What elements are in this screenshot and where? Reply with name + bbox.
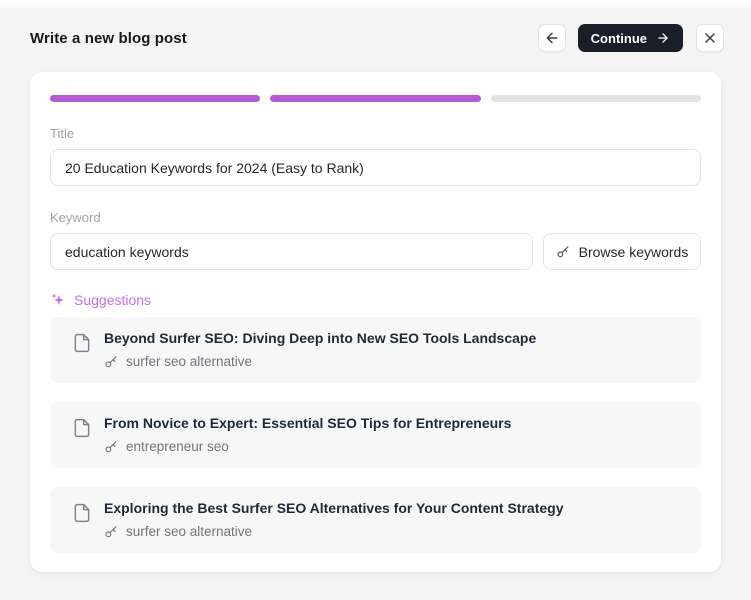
suggestion-keyword-row: surfer seo alternative	[104, 524, 564, 539]
progress-segment	[270, 95, 481, 102]
browse-keywords-button[interactable]: Browse keywords	[543, 233, 701, 270]
suggestion-card-body: Beyond Surfer SEO: Diving Deep into New …	[104, 330, 536, 369]
progress-segment	[50, 95, 261, 102]
file-icon	[72, 502, 92, 524]
suggestion-card[interactable]: From Novice to Expert: Essential SEO Tip…	[50, 402, 701, 468]
suggestion-title: Exploring the Best Surfer SEO Alternativ…	[104, 500, 564, 516]
suggestion-card[interactable]: Beyond Surfer SEO: Diving Deep into New …	[50, 317, 701, 383]
suggestion-keyword: surfer seo alternative	[126, 524, 253, 539]
suggestion-card-body: Exploring the Best Surfer SEO Alternativ…	[104, 500, 564, 539]
arrow-right-icon	[656, 31, 670, 45]
sparkles-icon	[50, 292, 66, 308]
browse-keywords-label: Browse keywords	[578, 243, 689, 260]
arrow-left-icon	[544, 30, 560, 46]
suggestion-keyword: surfer seo alternative	[126, 354, 253, 369]
suggestion-title: From Novice to Expert: Essential SEO Tip…	[104, 415, 512, 431]
title-input[interactable]	[50, 149, 701, 186]
continue-button-label: Continue	[590, 30, 647, 46]
suggestion-keyword-row: surfer seo alternative	[104, 354, 536, 369]
back-button[interactable]	[537, 24, 566, 52]
suggestion-card-body: From Novice to Expert: Essential SEO Tip…	[104, 415, 511, 454]
title-field-label: Title	[50, 126, 75, 141]
key-icon	[104, 525, 118, 539]
progress-segment	[490, 95, 701, 102]
key-icon	[104, 355, 118, 369]
keyword-field-label: Keyword	[50, 210, 101, 225]
close-icon	[702, 30, 718, 46]
suggestions-header: Suggestions	[50, 292, 701, 308]
suggestions-heading: Suggestions	[74, 292, 152, 308]
keyword-row: Browse keywords	[50, 233, 701, 270]
step-progress-bar	[50, 95, 701, 102]
suggestion-keyword-row: entrepreneur seo	[104, 439, 511, 454]
suggestions-list: Beyond Surfer SEO: Diving Deep into New …	[50, 317, 701, 553]
blog-post-form-panel: Title Keyword Browse keywords Suggestion…	[30, 72, 721, 572]
key-icon	[104, 440, 118, 454]
keyword-input[interactable]	[50, 233, 533, 270]
key-icon	[556, 245, 570, 259]
file-icon	[72, 417, 92, 439]
dialog-header: Write a new blog post Continue	[30, 24, 724, 52]
suggestion-card[interactable]: Exploring the Best Surfer SEO Alternativ…	[50, 487, 701, 553]
file-icon	[72, 332, 92, 354]
page-title: Write a new blog post	[30, 29, 187, 47]
close-button[interactable]	[696, 24, 724, 52]
continue-button[interactable]: Continue	[577, 24, 683, 52]
suggestion-keyword: entrepreneur seo	[126, 439, 229, 454]
suggestion-title: Beyond Surfer SEO: Diving Deep into New …	[104, 330, 537, 346]
window-top-edge	[0, 0, 751, 9]
